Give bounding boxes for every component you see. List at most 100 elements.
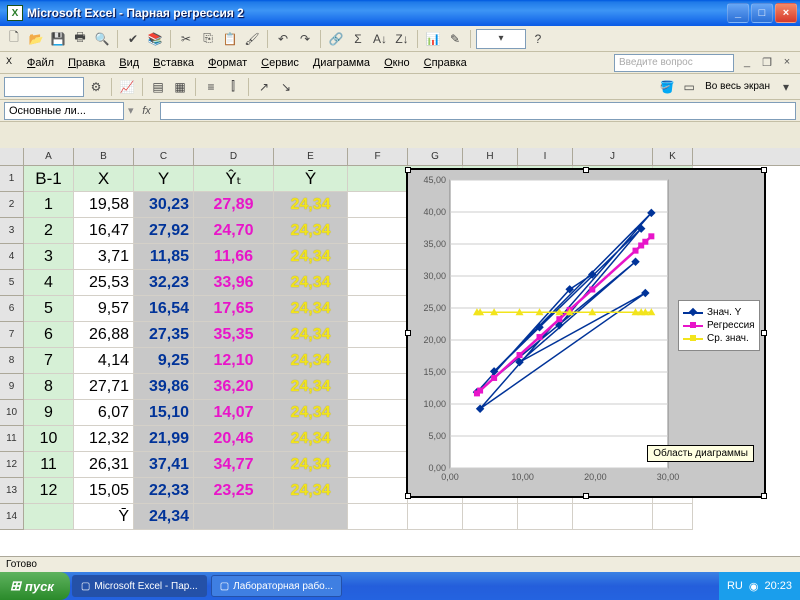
cell-F12[interactable] xyxy=(348,452,408,478)
cell-D5[interactable]: 33,96 xyxy=(194,270,274,296)
row-header[interactable]: 14 xyxy=(0,504,24,530)
doc-minimize-button[interactable]: _ xyxy=(740,56,754,70)
row-header[interactable]: 5 xyxy=(0,270,24,296)
cell-A6[interactable]: 5 xyxy=(24,296,74,322)
cell-A13[interactable]: 12 xyxy=(24,478,74,504)
cell-I14[interactable] xyxy=(518,504,573,530)
cell-E12[interactable]: 24,34 xyxy=(274,452,348,478)
cell-C2[interactable]: 30,23 xyxy=(134,192,194,218)
cell-A3[interactable]: 2 xyxy=(24,218,74,244)
row-header[interactable]: 8 xyxy=(0,348,24,374)
cell-B11[interactable]: 12,32 xyxy=(74,426,134,452)
paste-icon[interactable]: 📋 xyxy=(220,29,240,49)
chart-wizard-icon[interactable]: 📊 xyxy=(423,29,443,49)
cell-A4[interactable]: 3 xyxy=(24,244,74,270)
cell-E7[interactable]: 24,34 xyxy=(274,322,348,348)
column-header-H[interactable]: H xyxy=(463,148,518,165)
row-header[interactable]: 1 xyxy=(0,166,24,192)
cell-B10[interactable]: 6,07 xyxy=(74,400,134,426)
doc-close-button[interactable]: × xyxy=(780,56,794,70)
cell-C11[interactable]: 21,99 xyxy=(134,426,194,452)
sort-asc-icon[interactable]: A↓ xyxy=(370,29,390,49)
cell-E13[interactable]: 24,34 xyxy=(274,478,348,504)
column-header-A[interactable]: A xyxy=(24,148,74,165)
preview-icon[interactable]: 🔍 xyxy=(92,29,112,49)
cell-A2[interactable]: 1 xyxy=(24,192,74,218)
cell-D8[interactable]: 12,10 xyxy=(194,348,274,374)
cell-B7[interactable]: 26,88 xyxy=(74,322,134,348)
cell-E5[interactable]: 24,34 xyxy=(274,270,348,296)
cell-F9[interactable] xyxy=(348,374,408,400)
cell-D12[interactable]: 34,77 xyxy=(194,452,274,478)
options-icon[interactable]: ▾ xyxy=(776,77,796,97)
row-header[interactable]: 12 xyxy=(0,452,24,478)
taskbar-item-word[interactable]: ▢Лабораторная рабо... xyxy=(211,575,342,597)
cell-B1[interactable]: X xyxy=(74,166,134,192)
column-header-J[interactable]: J xyxy=(573,148,653,165)
cell-E4[interactable]: 24,34 xyxy=(274,244,348,270)
menu-справка[interactable]: Справка xyxy=(417,55,474,71)
cell-C1[interactable]: Y xyxy=(134,166,194,192)
cell-B9[interactable]: 27,71 xyxy=(74,374,134,400)
cell-H14[interactable] xyxy=(463,504,518,530)
format-icon[interactable]: ⚙ xyxy=(86,77,106,97)
cell-F5[interactable] xyxy=(348,270,408,296)
cell-B2[interactable]: 19,58 xyxy=(74,192,134,218)
ask-question-box[interactable]: Введите вопрос xyxy=(614,54,734,72)
cell-C14[interactable]: 24,34 xyxy=(134,504,194,530)
chart-type-icon[interactable]: 📈 xyxy=(117,77,137,97)
angle-ccw-icon[interactable]: ↗ xyxy=(254,77,274,97)
cell-C6[interactable]: 16,54 xyxy=(134,296,194,322)
cell-C4[interactable]: 11,85 xyxy=(134,244,194,270)
column-header-F[interactable]: F xyxy=(348,148,408,165)
cell-A9[interactable]: 8 xyxy=(24,374,74,400)
menu-вид[interactable]: Вид xyxy=(112,55,146,71)
redo-icon[interactable]: ↷ xyxy=(295,29,315,49)
cell-F6[interactable] xyxy=(348,296,408,322)
column-header-C[interactable]: C xyxy=(134,148,194,165)
column-header-K[interactable]: K xyxy=(653,148,693,165)
spreadsheet-grid[interactable]: ABCDEFGHIJK 1В-1XYŶₜȲ2119,5830,2327,8924… xyxy=(0,148,800,556)
chart-area-dropdown[interactable] xyxy=(4,77,84,97)
row-header[interactable]: 7 xyxy=(0,322,24,348)
cell-E8[interactable]: 24,34 xyxy=(274,348,348,374)
fullscreen-label[interactable]: Во весь экран xyxy=(701,81,774,92)
cell-A12[interactable]: 11 xyxy=(24,452,74,478)
menu-окно[interactable]: Окно xyxy=(377,55,417,71)
cell-B3[interactable]: 16,47 xyxy=(74,218,134,244)
cell-B12[interactable]: 26,31 xyxy=(74,452,134,478)
doc-icon[interactable]: X xyxy=(6,56,20,70)
cell-A5[interactable]: 4 xyxy=(24,270,74,296)
cell-E6[interactable]: 24,34 xyxy=(274,296,348,322)
cell-F1[interactable] xyxy=(348,166,408,192)
cell-B13[interactable]: 15,05 xyxy=(74,478,134,504)
cell-E1[interactable]: Ȳ xyxy=(274,166,348,192)
cell-F7[interactable] xyxy=(348,322,408,348)
name-box[interactable]: Основные ли... xyxy=(4,102,124,120)
cell-B4[interactable]: 3,71 xyxy=(74,244,134,270)
cell-A8[interactable]: 7 xyxy=(24,348,74,374)
cell-B8[interactable]: 4,14 xyxy=(74,348,134,374)
cell-E9[interactable]: 24,34 xyxy=(274,374,348,400)
cell-C7[interactable]: 27,35 xyxy=(134,322,194,348)
column-header-B[interactable]: B xyxy=(74,148,134,165)
column-header-G[interactable]: G xyxy=(408,148,463,165)
print-icon[interactable]: 🖶 xyxy=(70,29,90,49)
cell-D9[interactable]: 36,20 xyxy=(194,374,274,400)
cell-A10[interactable]: 9 xyxy=(24,400,74,426)
row-header[interactable]: 10 xyxy=(0,400,24,426)
cell-J14[interactable] xyxy=(573,504,653,530)
minimize-button[interactable]: _ xyxy=(727,3,749,23)
cell-D13[interactable]: 23,25 xyxy=(194,478,274,504)
cell-D2[interactable]: 27,89 xyxy=(194,192,274,218)
maximize-button[interactable]: □ xyxy=(751,3,773,23)
autosum-icon[interactable]: Σ xyxy=(348,29,368,49)
cell-D7[interactable]: 35,35 xyxy=(194,322,274,348)
undo-icon[interactable]: ↶ xyxy=(273,29,293,49)
row-header[interactable]: 6 xyxy=(0,296,24,322)
sort-desc-icon[interactable]: Z↓ xyxy=(392,29,412,49)
cell-F14[interactable] xyxy=(348,504,408,530)
menu-диаграмма[interactable]: Диаграмма xyxy=(306,55,377,71)
cell-F8[interactable] xyxy=(348,348,408,374)
chart-legend[interactable]: Знач. Y Регрессия Ср. знач. xyxy=(678,300,760,351)
